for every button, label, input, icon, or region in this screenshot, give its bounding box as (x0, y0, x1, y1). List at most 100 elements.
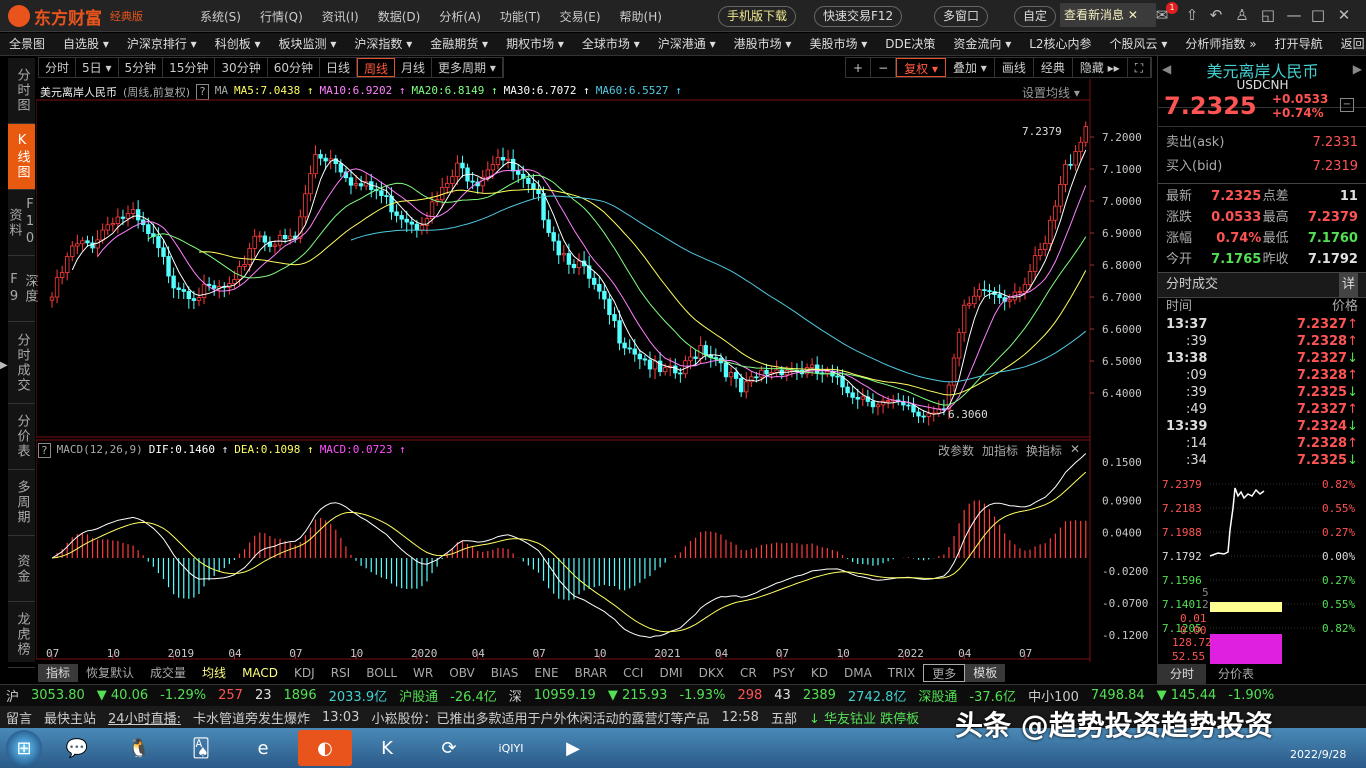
nav-item[interactable]: 打开导航 (1266, 33, 1332, 55)
indicator-tab[interactable]: BRAR (567, 664, 616, 682)
nav-item[interactable]: 全球市场 ▾ (573, 33, 649, 55)
chart-tool-button[interactable]: ⛶ (1128, 58, 1152, 77)
indicator-tab[interactable]: 恢复默认 (78, 664, 142, 682)
period-tab[interactable]: 月线 (395, 58, 433, 77)
detail-button[interactable]: 详 (1338, 273, 1358, 297)
indicator-tab[interactable]: PSY (765, 664, 803, 682)
period-tab[interactable]: 周线 (357, 58, 396, 77)
message-button[interactable]: 留言 (0, 708, 38, 727)
indicator-tab[interactable]: 均线 (194, 664, 234, 682)
indicator-tab[interactable]: OBV (441, 664, 483, 682)
sidebar-item[interactable]: F10资料 (7, 190, 38, 256)
period-tab[interactable]: 15分钟 (163, 58, 216, 77)
period-tab[interactable]: 日线 (320, 58, 357, 77)
indicator-tab[interactable]: KD (803, 664, 836, 682)
sync-app-icon[interactable]: ⟳ (422, 730, 476, 766)
chart-tool-button[interactable]: 画线 (995, 58, 1034, 77)
nav-item[interactable]: L2核心内参 (1020, 33, 1100, 55)
multi-window-button[interactable]: 多窗口 (934, 6, 989, 27)
tick-list[interactable]: 13:37 7.2327↑:39 7.2328↑ 13:38 7.2327↓:09 7.2… (1158, 316, 1366, 469)
indicator-tab[interactable]: ENE (526, 664, 566, 682)
intraday-mini-chart[interactable]: 7.2379 0.82% 7.2183 0.55% 7.1988 0.27% 7.1792 0… (1158, 474, 1366, 664)
kline-chart[interactable]: 7.2000 7.1000 7.0000 6.9000 6.8000 6.7000 6.60… (36, 79, 1150, 662)
collapse-arrow-icon[interactable]: ▶ (0, 360, 8, 371)
indicator-tab[interactable]: RSI (323, 664, 359, 682)
chart-tool-button[interactable]: 经典 (1034, 58, 1073, 77)
indicator-tab[interactable]: KDJ (286, 664, 323, 682)
period-tab[interactable]: 分时 (39, 58, 77, 77)
indicator-tab[interactable]: CCI (615, 664, 651, 682)
indicator-tab[interactable]: BIAS (483, 664, 527, 682)
zx-index[interactable]: 7498.84 (1085, 688, 1151, 703)
nav-item[interactable]: 沪深京排行 ▾ (118, 33, 206, 55)
ie-icon[interactable]: e (236, 730, 290, 766)
menu-item[interactable]: 帮助(H) (620, 8, 662, 25)
chart-tool-button[interactable]: 隐藏 ▸▸ (1073, 58, 1128, 77)
sidebar-item[interactable]: 分价表 (8, 404, 35, 470)
mobile-download-button[interactable]: 手机版下载 (718, 6, 797, 27)
indicator-tab[interactable]: WR (405, 664, 441, 682)
wechat-icon[interactable]: 💬 (50, 730, 104, 766)
custom-button[interactable]: 自定 (1014, 6, 1057, 27)
nav-item[interactable]: 沪深港通 ▾ (649, 33, 725, 55)
nav-item[interactable]: 资金流向 ▾ (944, 33, 1020, 55)
indicator-tab[interactable]: 指标 (38, 664, 79, 682)
macd-tool-button[interactable]: ✕ (1070, 442, 1080, 459)
tab-price-table[interactable]: 分价表 (1206, 664, 1266, 684)
nav-item[interactable]: 金融期货 ▾ (421, 33, 497, 55)
chart-tool-button[interactable]: 叠加 ▾ (946, 58, 995, 77)
sidebar-item[interactable]: 分时图 (8, 58, 35, 124)
period-tab[interactable]: 60分钟 (268, 58, 320, 77)
indicator-tab[interactable]: 更多 (923, 664, 966, 682)
green-app-icon[interactable]: ▶ (546, 730, 600, 766)
nav-item[interactable]: 沪深指数 ▾ (345, 33, 421, 55)
macd-tool-button[interactable]: 加指标 (982, 442, 1018, 459)
nav-item[interactable]: 个股风云 ▾ (1101, 33, 1177, 55)
restore-layout-icon[interactable]: ◱ (1258, 6, 1278, 24)
news-item[interactable]: 五部 (765, 708, 803, 727)
minimize-icon[interactable]: — (1284, 6, 1304, 24)
collapse-button[interactable]: − (1340, 98, 1354, 112)
period-tab[interactable]: 更多周期 ▾ (432, 58, 503, 77)
nav-item[interactable]: 分析师指数 » (1176, 33, 1265, 55)
nav-item[interactable]: 自选股 ▾ (54, 33, 118, 55)
sidebar-item[interactable]: 龙虎榜 (8, 602, 35, 668)
nav-item[interactable]: 板块监测 ▾ (270, 33, 346, 55)
chart-tool-button[interactable]: − (871, 58, 897, 77)
indicator-tab[interactable]: 成交量 (142, 664, 194, 682)
indicator-tab[interactable]: BOLL (358, 664, 405, 682)
menu-item[interactable]: 行情(Q) (260, 8, 303, 25)
sidebar-item[interactable]: 分时成交 (8, 322, 35, 404)
period-tab[interactable]: 5分钟 (119, 58, 164, 77)
indicator-tab[interactable]: DKX (691, 664, 732, 682)
news-item[interactable]: 小崧股份：已推出多款适用于户外休闲活动的露营灯等产品 (365, 708, 715, 727)
sidebar-item[interactable]: 深度F9 (7, 256, 38, 322)
news-item[interactable]: 卡水管道旁发生爆炸 (187, 708, 316, 727)
sidebar-item[interactable]: K线图 (8, 124, 35, 190)
nav-item[interactable]: 科创板 ▾ (206, 33, 270, 55)
new-message-popup[interactable]: 查看新消息 ✕ (1060, 3, 1156, 27)
start-button[interactable]: ⊞ (6, 730, 42, 766)
sidebar-item[interactable]: 多周期 (8, 470, 35, 536)
qq-icon[interactable]: 🐧 (112, 730, 166, 766)
macd-tool-button[interactable]: 换指标 (1026, 442, 1062, 459)
tab-intraday[interactable]: 分时 (1158, 664, 1207, 684)
menu-item[interactable]: 分析(A) (439, 8, 481, 25)
menu-item[interactable]: 交易(E) (560, 8, 601, 25)
indicator-tab[interactable]: DMA (836, 664, 880, 682)
menu-item[interactable]: 系统(S) (200, 8, 241, 25)
nav-item[interactable]: 期权市场 ▾ (497, 33, 573, 55)
sh-index[interactable]: 3053.80 (25, 688, 91, 703)
fastest-server-button[interactable]: 最快主站 (38, 708, 102, 727)
period-tab[interactable]: 30分钟 (215, 58, 268, 77)
menu-item[interactable]: 资讯(I) (322, 8, 359, 25)
nav-item[interactable]: 返回 (1332, 33, 1366, 55)
indicator-tab[interactable]: MACD (234, 664, 286, 682)
sz-index[interactable]: 10959.19 (528, 688, 602, 703)
nav-item[interactable]: DDE决策 (876, 33, 944, 55)
menu-item[interactable]: 数据(D) (378, 8, 421, 25)
chart-tool-button[interactable]: 复权 ▾ (896, 58, 946, 77)
news-alert[interactable]: ↓ 华友钴业 跌停板 (803, 708, 925, 727)
maximize-icon[interactable]: □ (1308, 6, 1328, 24)
macd-help-icon[interactable]: ? (38, 443, 51, 458)
